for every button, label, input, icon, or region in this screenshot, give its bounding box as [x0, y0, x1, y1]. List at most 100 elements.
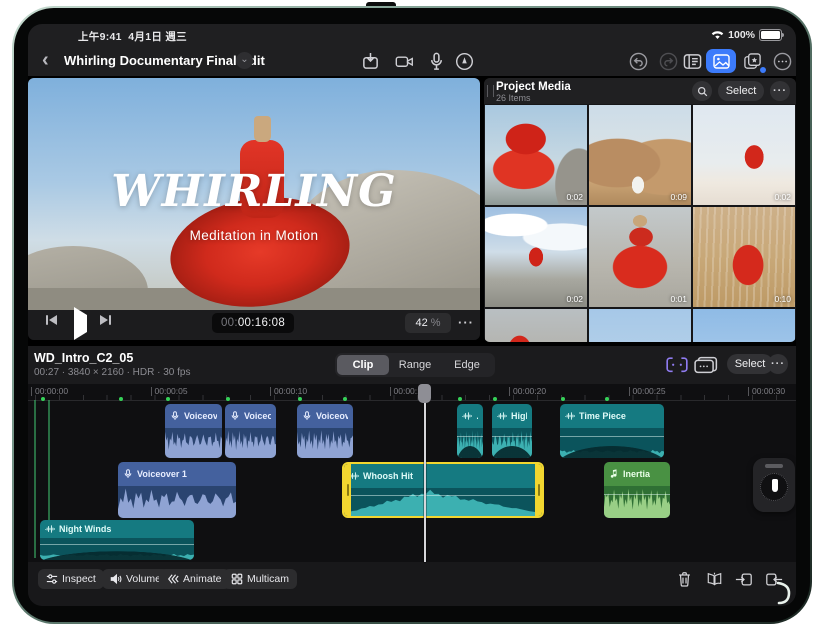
- undo-button[interactable]: [626, 50, 650, 72]
- media-item[interactable]: [693, 309, 795, 342]
- back-button[interactable]: ‹: [42, 50, 60, 70]
- timeline-clip[interactable]: Time Piece: [560, 404, 664, 458]
- record-video-button[interactable]: [392, 50, 416, 72]
- pencil-circle-icon: [455, 52, 473, 70]
- search-icon: [697, 86, 707, 96]
- jog-wheel[interactable]: [753, 458, 795, 512]
- timeline-clip[interactable]: Whoosh Hit: [342, 462, 544, 518]
- clip-label: High…: [511, 411, 527, 421]
- timeline-clip[interactable]: Night Winds: [40, 520, 194, 560]
- timecode-value: 00:16:08: [237, 317, 286, 329]
- timeline-ruler[interactable]: 00:00:00 00:00:05 00:00:10 00:00:15 00:00:20…: [28, 384, 796, 401]
- timeline-clip[interactable]: Voiceover 2: [165, 404, 222, 458]
- clip-connection-dot: [119, 397, 123, 401]
- timeline-clip[interactable]: Voiceover 2: [225, 404, 276, 458]
- clips-library-button[interactable]: [740, 50, 766, 73]
- mode-range[interactable]: Range: [389, 355, 441, 375]
- timeline-select-button[interactable]: Select: [727, 354, 773, 374]
- app-screen: 上午9:41 4月1日 週三 100% ‹ Whirling Documenta…: [28, 24, 796, 606]
- playhead-line[interactable]: [424, 396, 426, 562]
- voice-clip-icon: [230, 411, 240, 421]
- camera-icon: [395, 55, 413, 67]
- microphone-icon: [430, 52, 442, 70]
- timeline-clip[interactable]: Voiceover 1: [118, 462, 236, 518]
- live-drawing-button[interactable]: [452, 50, 476, 72]
- clip-label: Inertia: [623, 469, 651, 479]
- blade-button[interactable]: [702, 568, 726, 590]
- panel-drag-handle[interactable]: [487, 85, 494, 97]
- video-subtitle-text: Meditation in Motion: [189, 228, 319, 243]
- video-title-text: WHIRLING: [111, 166, 397, 217]
- ruler-tick: 00:00:20: [508, 386, 547, 396]
- trim-handle-right[interactable]: [535, 464, 542, 516]
- record-voiceover-button[interactable]: [424, 50, 448, 72]
- zoom-unit: %: [430, 317, 441, 329]
- project-title[interactable]: Whirling Documentary Final Edit: [64, 53, 265, 68]
- media-item[interactable]: 0:02: [485, 207, 587, 307]
- project-title-chevron-icon[interactable]: ⌄: [236, 52, 253, 69]
- timeline-overview-button[interactable]: [665, 354, 689, 376]
- media-duration: 0:02: [774, 192, 791, 202]
- timeline-clip[interactable]: Inertia: [604, 462, 670, 518]
- skip-forward-button[interactable]: [100, 315, 111, 325]
- import-button[interactable]: [358, 50, 382, 72]
- media-more-button[interactable]: ···: [770, 81, 790, 101]
- project-media-title: Project Media: [496, 81, 571, 93]
- overwrite-edit-button[interactable]: [732, 568, 756, 590]
- insert-arrow-icon: [735, 572, 752, 586]
- media-item[interactable]: 0:09: [589, 105, 691, 205]
- timeline-more-button[interactable]: ···: [768, 354, 788, 374]
- timeline-clip[interactable]: High…: [492, 404, 532, 458]
- redo-icon: [659, 52, 677, 70]
- play-button[interactable]: [74, 307, 87, 340]
- sfx-clip-icon: [45, 524, 55, 534]
- viewer-frame[interactable]: WHIRLING Meditation in Motion: [28, 78, 480, 310]
- zoom-value: 42: [415, 317, 428, 329]
- animate-label: Animate: [183, 573, 222, 585]
- timeline-clip[interactable]: …: [457, 404, 483, 458]
- media-item[interactable]: 0:10: [693, 207, 795, 307]
- timeline-tracks[interactable]: 00:00:00 00:00:05 00:00:10 00:00:15 00:00:20…: [28, 384, 796, 562]
- media-duration: 0:02: [566, 192, 583, 202]
- media-search-button[interactable]: [692, 81, 712, 101]
- playhead-handle[interactable]: [418, 384, 431, 403]
- clip-label: …: [476, 411, 478, 421]
- viewer-more-button[interactable]: ···: [458, 315, 474, 330]
- clip-brackets-icon: [666, 357, 688, 373]
- timeline-section: WD_Intro_C2_05 00:27 · 3840 × 2160 · HDR…: [28, 346, 796, 606]
- media-item[interactable]: 0:02: [485, 105, 587, 205]
- mode-clip[interactable]: Clip: [337, 355, 389, 375]
- timecode-display[interactable]: 00:00:16:08: [212, 313, 294, 333]
- animate-button[interactable]: Animate: [159, 569, 230, 589]
- battery-icon: [759, 29, 784, 41]
- mode-edge[interactable]: Edge: [441, 355, 493, 375]
- inspect-button[interactable]: Inspect: [38, 569, 104, 589]
- main-toolbar: ‹ Whirling Documentary Final Edit ⌄: [28, 46, 796, 76]
- media-item[interactable]: [589, 309, 691, 342]
- trash-icon: [678, 572, 690, 587]
- media-item[interactable]: 0:02: [693, 105, 795, 205]
- delete-clip-button[interactable]: [672, 568, 696, 590]
- media-select-button[interactable]: Select: [718, 81, 764, 101]
- music-clip-icon: [609, 469, 619, 479]
- battery-percent: 100%: [728, 29, 755, 41]
- trim-handle-left[interactable]: [344, 464, 351, 516]
- skip-back-button[interactable]: [46, 315, 57, 325]
- browser-button[interactable]: [680, 50, 704, 72]
- media-browser-button[interactable]: [706, 49, 736, 73]
- multicam-button[interactable]: Multicam: [223, 569, 298, 589]
- media-item[interactable]: [485, 309, 587, 342]
- viewer-zoom-control[interactable]: 42%: [405, 313, 451, 333]
- status-bar: 上午9:41 4月1日 週三 100%: [28, 28, 796, 44]
- voice-clip-icon: [302, 411, 312, 421]
- redo-button[interactable]: [656, 50, 680, 72]
- media-item[interactable]: 0:01: [589, 207, 691, 307]
- picture-in-picture-button[interactable]: [694, 354, 718, 376]
- timeline-clip[interactable]: Voiceover 3: [297, 404, 353, 458]
- jog-dial[interactable]: [760, 473, 788, 501]
- toolbar-more-button[interactable]: [770, 50, 794, 72]
- more-circle-icon: [773, 52, 791, 70]
- clip-connection-dot: [166, 397, 170, 401]
- dancer-hat: [254, 116, 271, 142]
- media-duration: 0:01: [670, 294, 687, 304]
